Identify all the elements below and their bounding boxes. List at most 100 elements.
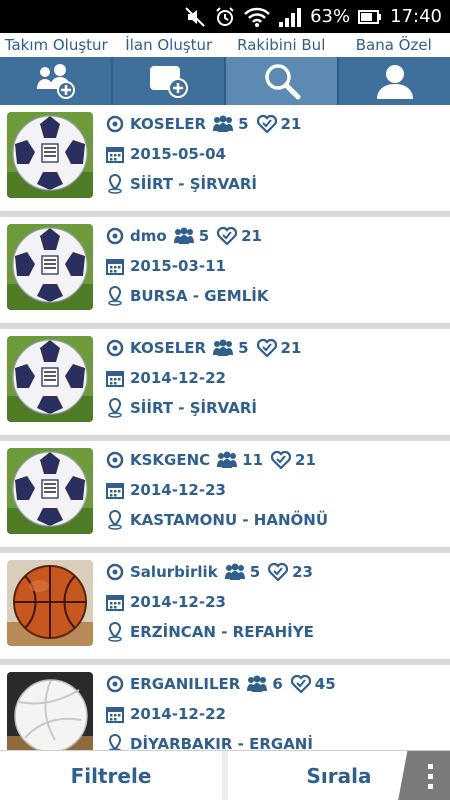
battery-percent: 63% [310,6,351,27]
tab-label-create-team[interactable]: Takım Oluştur [0,33,113,57]
players-icon [224,563,245,580]
football-image [7,112,93,198]
alarm-icon [216,6,234,26]
location-line: ERZİNCAN - REFAHİYE [106,619,314,645]
event-date: 2014-12-23 [130,481,226,499]
calendar-icon [106,259,124,275]
signal-icon [279,7,302,27]
tab-find-rival[interactable] [226,57,339,105]
filter-button[interactable]: Filtrele [0,751,222,800]
volleyball-image [7,672,93,750]
location-pin-icon [108,510,122,530]
wifi-icon [244,7,270,27]
clock: 17:40 [390,6,442,27]
date-line: 2015-03-11 [106,253,226,279]
calendar-icon [106,595,124,611]
location-pin-icon [108,622,122,642]
player-count: 6 [272,675,283,693]
list-item[interactable]: KSKGENC 11 21 2014-12-23 KASTAMONU - HAN… [0,441,450,547]
date-line: 2014-12-23 [106,589,226,615]
like-count: 21 [280,115,302,133]
event-date: 2014-12-22 [130,369,226,387]
mute-icon [185,6,205,27]
team-target-icon [106,451,124,469]
like-count: 21 [295,451,316,469]
players-icon [213,339,234,356]
tab-personal[interactable] [339,57,450,105]
team-target-icon [106,675,124,693]
list-item[interactable]: Salurbirlik 5 23 2014-12-23 ERZİNCAN - R… [0,553,450,659]
list-item[interactable]: KOSELER 5 21 2014-12-22 SİİRT - ŞİRVARİ [0,329,450,435]
team-line: dmo 5 21 [106,223,270,249]
location-pin-icon [108,174,122,194]
location-line: KASTAMONU - HANÖNÜ [106,507,328,533]
location-line: SİİRT - ŞİRVARİ [106,395,257,421]
event-date: 2015-05-04 [130,145,226,163]
tab-label-find-rival[interactable]: Rakibini Bul [225,33,338,57]
heart-check-icon [290,675,311,693]
team-target-icon [106,115,124,133]
list-item[interactable]: dmo 5 21 2015-03-11 BURSA - GEMLİK [0,217,450,323]
team-line: KOSELER 5 21 [106,335,309,361]
like-count: 21 [280,339,302,357]
tab-label-create-post[interactable]: İlan Oluştur [113,33,226,57]
tab-label-personal[interactable]: Bana Özel [338,33,450,57]
location-line: SİİRT - ŞİRVARİ [106,171,257,197]
heart-check-icon [217,227,238,245]
players-icon [213,115,234,132]
tab-labels: Takım Oluştur İlan Oluştur Rakibini Bul … [0,33,450,57]
location-pin-icon [108,286,122,306]
date-line: 2014-12-23 [106,477,226,503]
sport-thumbnail [7,224,93,310]
heart-check-icon [256,339,277,357]
sport-thumbnail [7,448,93,534]
event-date: 2014-12-22 [130,705,226,723]
tab-create-post[interactable] [113,57,226,105]
heart-check-icon [256,115,277,133]
team-target-icon [106,227,124,245]
location-text: SİİRT - ŞİRVARİ [130,175,258,193]
team-line: Salurbirlik 5 23 [106,559,321,585]
team-name: Salurbirlik [130,563,218,581]
player-count: 5 [198,227,210,245]
heart-check-icon [268,563,289,581]
football-image [7,336,93,422]
location-text: KASTAMONU - HANÖNÜ [130,511,328,529]
tab-create-team[interactable] [0,57,113,105]
calendar-icon [106,707,124,723]
sport-thumbnail [7,336,93,422]
post-add-icon [149,66,188,98]
player-count: 5 [238,115,249,133]
location-text: ERZİNCAN - REFAHİYE [130,623,314,641]
list-item[interactable]: KOSELER 5 21 2015-05-04 SİİRT - ŞİRVARİ [0,105,450,211]
user-icon [376,65,413,99]
location-pin-icon [108,398,122,418]
location-text: DİYARBAKIR - ERGANİ [130,735,313,750]
list-item[interactable]: ERGANILILER 6 45 2014-12-22 DİYARBAKIR -… [0,665,450,750]
team-add-icon [36,64,75,99]
like-count: 23 [292,563,313,581]
team-name: ERGANILILER [130,675,241,693]
tab-bar [0,57,450,105]
player-count: 11 [242,451,264,469]
team-name: KOSELER [130,339,207,357]
football-image [7,224,93,310]
sport-thumbnail [7,560,93,646]
listing-list: KOSELER 5 21 2015-05-04 SİİRT - ŞİRVARİ … [0,105,450,750]
status-bar: 63% 17:40 [0,0,450,33]
location-line: DİYARBAKIR - ERGANİ [106,731,313,750]
sport-thumbnail [7,112,93,198]
calendar-icon [106,483,124,499]
players-icon [247,675,268,692]
calendar-icon [106,147,124,163]
player-count: 5 [249,563,261,581]
team-name: dmo [130,227,167,245]
location-line: BURSA - GEMLİK [106,283,269,309]
team-target-icon [106,339,124,357]
team-name: KOSELER [130,115,207,133]
bottom-bar: Filtrele Sırala [0,750,450,800]
like-count: 21 [241,227,262,245]
players-icon [173,227,194,244]
heart-check-icon [271,451,292,469]
date-line: 2014-12-22 [106,701,226,727]
